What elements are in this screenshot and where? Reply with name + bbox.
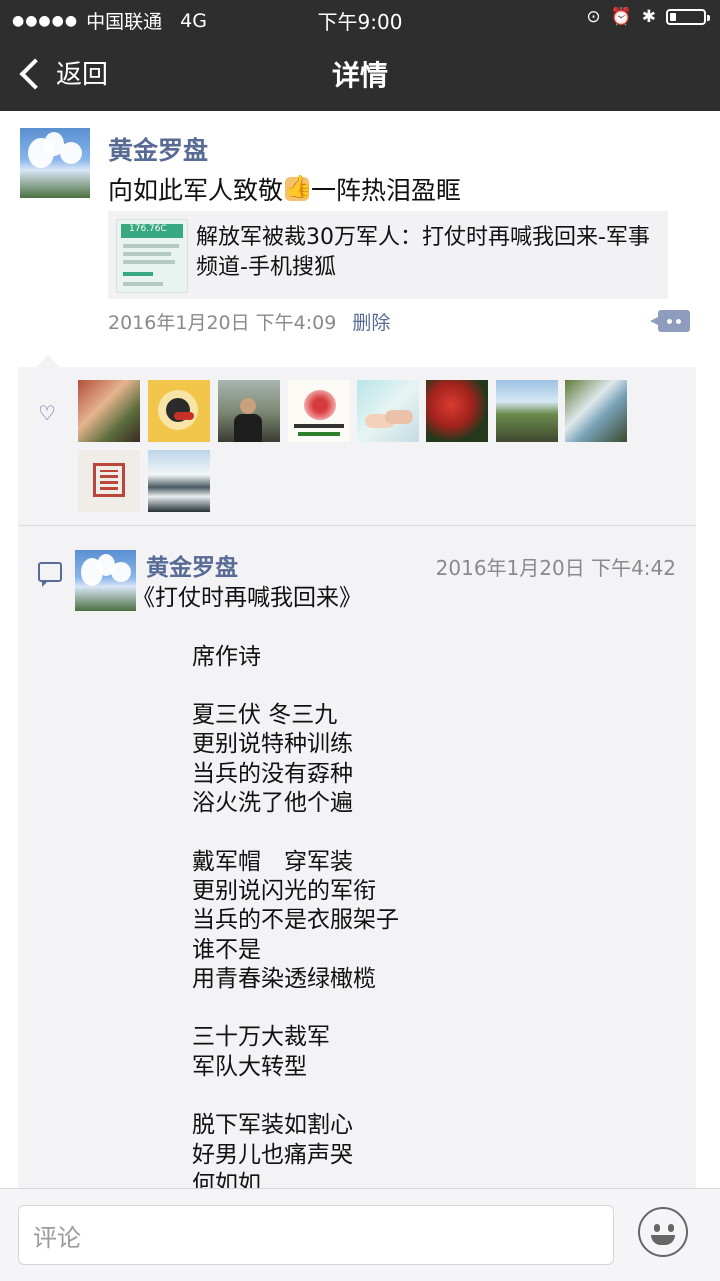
- comment-line: 更别说特种训练: [146, 731, 353, 758]
- like-avatar[interactable]: [148, 380, 210, 442]
- status-bar: ●●●●● 中国联通 4G 下午9:00 ⊙ ⏰ ✱: [0, 0, 720, 36]
- nav-bar: 返回 详情: [0, 36, 720, 111]
- comment-line: [146, 1082, 666, 1111]
- comment-icon: [38, 562, 62, 587]
- comment-line: 席作诗: [146, 643, 261, 670]
- comment-input[interactable]: 评论: [18, 1205, 614, 1265]
- comment-line: [146, 994, 666, 1023]
- link-title: 解放军被裁30万军人：打仗时再喊我回来-军事频道-手机搜狐: [196, 225, 650, 280]
- like-avatar[interactable]: [565, 380, 627, 442]
- shared-link-card[interactable]: 176.76C 解放军被裁30万军人：打仗时再喊我回来-军事频道-手机搜狐: [108, 211, 668, 299]
- comment-line: 军队大转型: [146, 1053, 307, 1080]
- post-text: 向如此军人致敬 一阵热泪盈眶: [108, 171, 461, 207]
- likes-panel: ♡: [18, 367, 696, 525]
- like-avatar[interactable]: [496, 380, 558, 442]
- post-text-before: 向如此军人致敬: [108, 176, 284, 205]
- comment-input-placeholder: 评论: [33, 1223, 81, 1252]
- like-avatar[interactable]: [357, 380, 419, 442]
- link-thumb-text: 176.76C: [129, 224, 167, 234]
- like-avatar[interactable]: [426, 380, 488, 442]
- link-thumbnail: 176.76C: [116, 219, 188, 293]
- like-avatar[interactable]: [78, 380, 140, 442]
- comment-line: 夏三伏 冬三九: [146, 702, 338, 729]
- thumbs-up-icon: [285, 175, 312, 201]
- avatar[interactable]: [20, 128, 90, 198]
- comment-line: 用青春染透绿橄榄: [146, 965, 376, 992]
- post-username[interactable]: 黄金罗盘: [108, 131, 208, 167]
- comment-line: 更别说闪光的军衔: [146, 877, 376, 904]
- comment-line: [146, 672, 666, 701]
- comment-input-bar: 评论: [0, 1188, 720, 1281]
- comment-body: 《打仗时再喊我回来》 席作诗 夏三伏 冬三九 更别说特种训练 当兵的没有孬种 浴…: [132, 584, 666, 1199]
- alarm-icon: ⏰: [610, 7, 632, 27]
- comment-line: 三十万大裁军: [146, 1024, 330, 1051]
- comment-section: 黄金罗盘 2016年1月20日 下午4:42 《打仗时再喊我回来》 席作诗 夏三…: [18, 526, 696, 1206]
- battery-icon: [666, 9, 710, 25]
- delete-button[interactable]: 删除: [352, 308, 390, 335]
- comment-line: 《打仗时再喊我回来》: [132, 585, 362, 611]
- page-title: 详情: [331, 59, 388, 92]
- comment-line: 当兵的没有孬种: [146, 760, 353, 787]
- like-avatar[interactable]: [218, 380, 280, 442]
- more-actions-button[interactable]: [650, 310, 690, 332]
- comment-line: 好男儿也痛声哭: [146, 1141, 353, 1168]
- emoji-icon[interactable]: [638, 1207, 688, 1257]
- comment-line: 当兵的不是衣服架子: [146, 907, 399, 934]
- comment-line: 脱下军装如割心: [146, 1112, 353, 1139]
- comment-username[interactable]: 黄金罗盘: [146, 548, 238, 582]
- comment-line: 谁不是: [146, 936, 261, 963]
- comment-line: 浴火洗了他个遍: [146, 790, 353, 817]
- bluetooth-icon: ✱: [641, 7, 656, 27]
- comment-line: [146, 613, 666, 642]
- rotation-lock-icon: ⊙: [586, 7, 601, 27]
- post-text-after: 一阵热泪盈眶: [311, 176, 462, 205]
- like-avatar[interactable]: [288, 380, 350, 442]
- like-avatar[interactable]: [148, 450, 210, 512]
- comment-time: 2016年1月20日 下午4:42: [435, 556, 676, 580]
- like-avatar[interactable]: [78, 450, 140, 512]
- comment-avatar[interactable]: [75, 550, 136, 611]
- post-timestamp: 2016年1月20日 下午4:09: [108, 312, 337, 334]
- comment-line: [146, 818, 666, 847]
- heart-icon: ♡: [38, 401, 56, 425]
- post-meta: 2016年1月20日 下午4:09 删除: [108, 308, 390, 335]
- panel-caret: [36, 355, 60, 367]
- status-right: ⊙ ⏰ ✱: [586, 7, 710, 27]
- comment-line: 戴军帽 穿军装: [146, 848, 353, 875]
